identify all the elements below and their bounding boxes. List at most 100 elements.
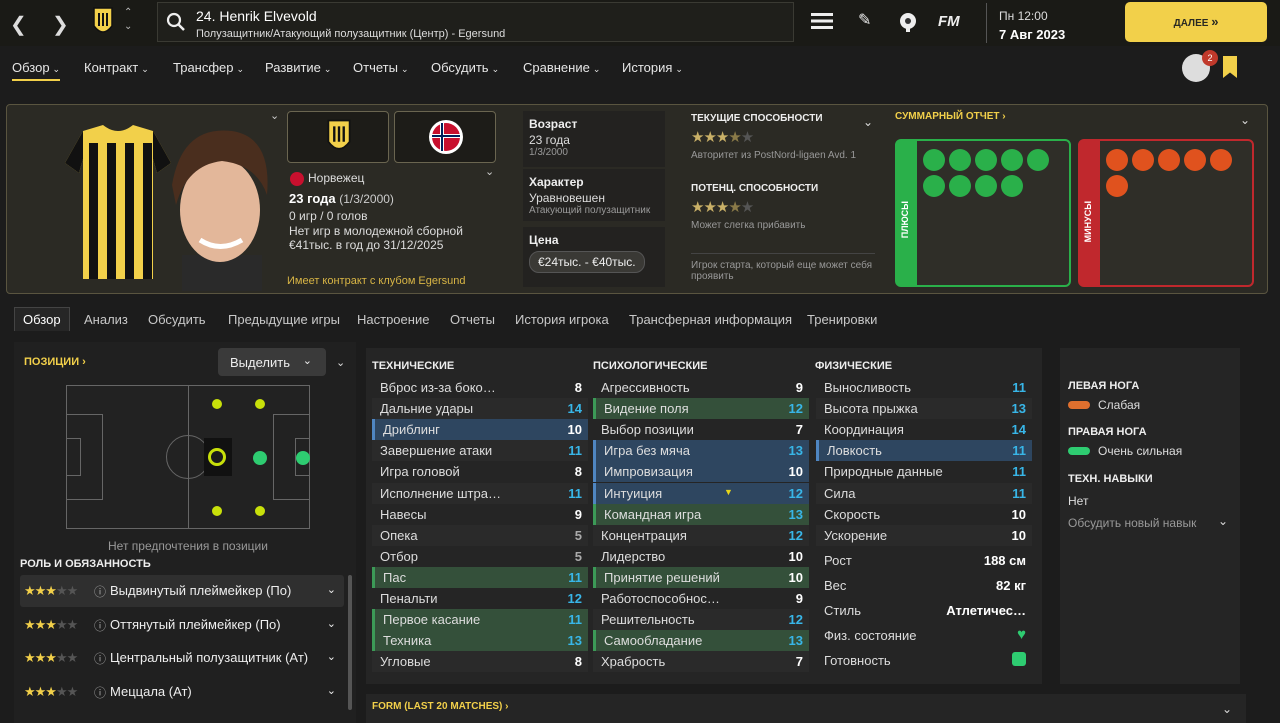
menu-overview[interactable]: Обзор ⌄ [12, 60, 61, 81]
attribute-row[interactable]: Пас 11 [372, 566, 588, 588]
player-switch-arrows[interactable]: ⌃ ⌄ [124, 6, 132, 34]
chevron-down-icon[interactable]: ⌄ [863, 115, 873, 129]
attribute-row[interactable]: Природные данные 11 [816, 461, 1032, 482]
menu-reports[interactable]: Отчеты ⌄ [353, 60, 408, 75]
form-link[interactable]: FORM (LAST 20 MATCHES) › [372, 701, 508, 712]
position-dot[interactable] [212, 506, 222, 516]
attribute-row[interactable]: Агрессивность 9 [593, 377, 809, 398]
menu-discuss[interactable]: Обсудить ⌄ [431, 60, 499, 75]
attribute-row[interactable]: Решительность 12 [593, 609, 809, 631]
attribute-row[interactable]: Лидерство 10 [593, 546, 809, 567]
attribute-row[interactable]: Угловые 8 [372, 651, 588, 673]
attribute-row[interactable]: Самообладание 13 [593, 630, 809, 652]
tab-discuss[interactable]: Обсудить [148, 312, 206, 327]
attribute-row[interactable]: Командная игра 13 [593, 503, 809, 525]
attribute-row[interactable]: Отбор 5 [372, 546, 588, 567]
trait-head-icon[interactable] [1001, 149, 1023, 171]
position-dot-selected[interactable] [208, 448, 226, 466]
tab-player-history[interactable]: История игрока [515, 312, 609, 327]
attribute-row[interactable]: Работоспособнос… 9 [593, 588, 809, 609]
menu-history[interactable]: История ⌄ [622, 60, 683, 75]
forward-arrow-icon[interactable]: ❯ [52, 12, 69, 37]
chevron-down-icon[interactable]: ⌄ [270, 109, 279, 122]
info-icon[interactable]: ⓘ [94, 684, 106, 701]
position-pitch[interactable] [66, 385, 310, 529]
menu-compare[interactable]: Сравнение ⌄ [523, 60, 600, 75]
trait-ball-icon[interactable] [1106, 149, 1128, 171]
attribute-row[interactable]: Исполнение штра… 11 [372, 482, 588, 504]
attribute-row[interactable]: Навесы 9 [372, 504, 588, 525]
positions-link[interactable]: ПОЗИЦИИ › [24, 356, 86, 368]
fm-logo[interactable]: FM [938, 13, 960, 30]
info-icon[interactable]: ⓘ [94, 617, 106, 634]
attribute-row[interactable]: Выбор позиции 7 [593, 419, 809, 440]
attribute-row[interactable]: Интуиция 12 ▼ [593, 482, 809, 504]
back-arrow-icon[interactable]: ❮ [10, 12, 27, 37]
national-team-box[interactable] [394, 111, 496, 163]
menu-contract[interactable]: Контракт ⌄ [84, 60, 149, 75]
trait-shield-icon[interactable] [1158, 149, 1180, 171]
tab-mood[interactable]: Настроение [357, 312, 429, 327]
trait-trend-icon[interactable] [975, 149, 997, 171]
summary-report-link[interactable]: СУММАРНЫЙ ОТЧЕТ › [895, 111, 1006, 122]
attribute-row[interactable]: Завершение атаки 11 [372, 440, 588, 462]
attribute-row[interactable]: Игра головой 8 [372, 461, 588, 482]
search-icon[interactable] [166, 12, 186, 32]
attribute-row[interactable]: Храбрость 7 [593, 651, 809, 673]
attribute-row[interactable]: Ускорение 10 [816, 524, 1032, 546]
chevron-down-icon[interactable]: ⌄ [327, 650, 336, 663]
trait-timer-icon[interactable] [923, 175, 945, 197]
attribute-row[interactable]: Скорость 10 [816, 504, 1032, 525]
tab-overview[interactable]: Обзор [14, 307, 70, 331]
role-row[interactable]: ★★★★★ ⓘ Центральный полузащитник (Ат) ⌄ [20, 642, 344, 674]
attribute-row[interactable]: Ловкость 11 [816, 440, 1032, 462]
tab-analysis[interactable]: Анализ [84, 312, 128, 327]
attribute-row[interactable]: Координация 14 [816, 419, 1032, 440]
position-dot-natural[interactable] [296, 451, 310, 465]
trait-cone-icon[interactable] [949, 175, 971, 197]
attribute-row[interactable]: Выносливость 11 [816, 377, 1032, 398]
price-value[interactable]: €24тыс. - €40тыс. [529, 251, 645, 273]
contract-note[interactable]: Имеет контракт с клубом Egersund [287, 275, 466, 287]
menu-development[interactable]: Развитие ⌄ [265, 60, 331, 75]
attribute-row[interactable]: Игра без мяча 13 [593, 440, 809, 462]
club-crest-box[interactable] [287, 111, 389, 163]
attribute-row[interactable]: Пенальти 12 [372, 588, 588, 609]
discuss-skill-dropdown[interactable]: Обсудить новый навык ⌄ [1068, 514, 1228, 530]
trait-cone-icon[interactable] [1001, 175, 1023, 197]
trait-cone-icon[interactable] [975, 175, 997, 197]
attribute-row[interactable]: Сила 11 [816, 482, 1032, 504]
trait-star-icon[interactable] [923, 149, 945, 171]
trait-flask-icon[interactable] [1106, 175, 1128, 197]
position-dot[interactable] [255, 399, 265, 409]
attribute-row[interactable]: Импровизация 10 [593, 461, 809, 483]
attribute-row[interactable]: Видение поля 12 [593, 398, 809, 420]
attribute-row[interactable]: Дриблинг 10 [372, 419, 588, 441]
position-dot[interactable] [255, 506, 265, 516]
attribute-row[interactable]: Концентрация 12 [593, 524, 809, 546]
trait-cone-icon[interactable] [1210, 149, 1232, 171]
chevron-down-icon[interactable]: ⌄ [1240, 113, 1250, 127]
role-row[interactable]: ★★★★★ ⓘ Меццала (Ат) ⌄ [20, 676, 344, 708]
continue-button[interactable]: ДАЛЕЕ » [1125, 2, 1267, 42]
club-crest-icon[interactable] [92, 6, 114, 38]
attribute-row[interactable]: Первое касание 11 [372, 609, 588, 631]
tab-reports[interactable]: Отчеты [450, 312, 495, 327]
role-row[interactable]: ★★★★★ ⓘ Выдвинутый плеймейкер (По) ⌄ [20, 575, 344, 607]
attribute-row[interactable]: Опека 5 [372, 524, 588, 546]
edit-pencil-icon[interactable]: ✎ [858, 10, 871, 30]
chevron-down-icon[interactable]: ⌄ [1222, 702, 1232, 716]
menu-icon[interactable] [811, 12, 833, 30]
info-icon[interactable]: ⓘ [94, 650, 106, 667]
tab-previous-games[interactable]: Предыдущие игры [228, 312, 340, 327]
trait-tackle-icon[interactable] [1132, 149, 1154, 171]
tab-transfer-info[interactable]: Трансферная информация [629, 312, 792, 327]
trait-cone-icon[interactable] [1184, 149, 1206, 171]
trait-boots-icon[interactable] [949, 149, 971, 171]
highlight-dropdown[interactable]: Выделить ⌄ [218, 348, 326, 376]
chevron-down-icon[interactable]: ⌄ [485, 165, 494, 178]
info-icon[interactable]: ⓘ [94, 583, 106, 600]
player-header-box[interactable]: 24. Henrik Elvevold Полузащитник/Атакующ… [157, 2, 794, 42]
attribute-row[interactable]: Дальние удары 14 [372, 398, 588, 420]
attribute-row[interactable]: Высота прыжка 13 [816, 398, 1032, 420]
